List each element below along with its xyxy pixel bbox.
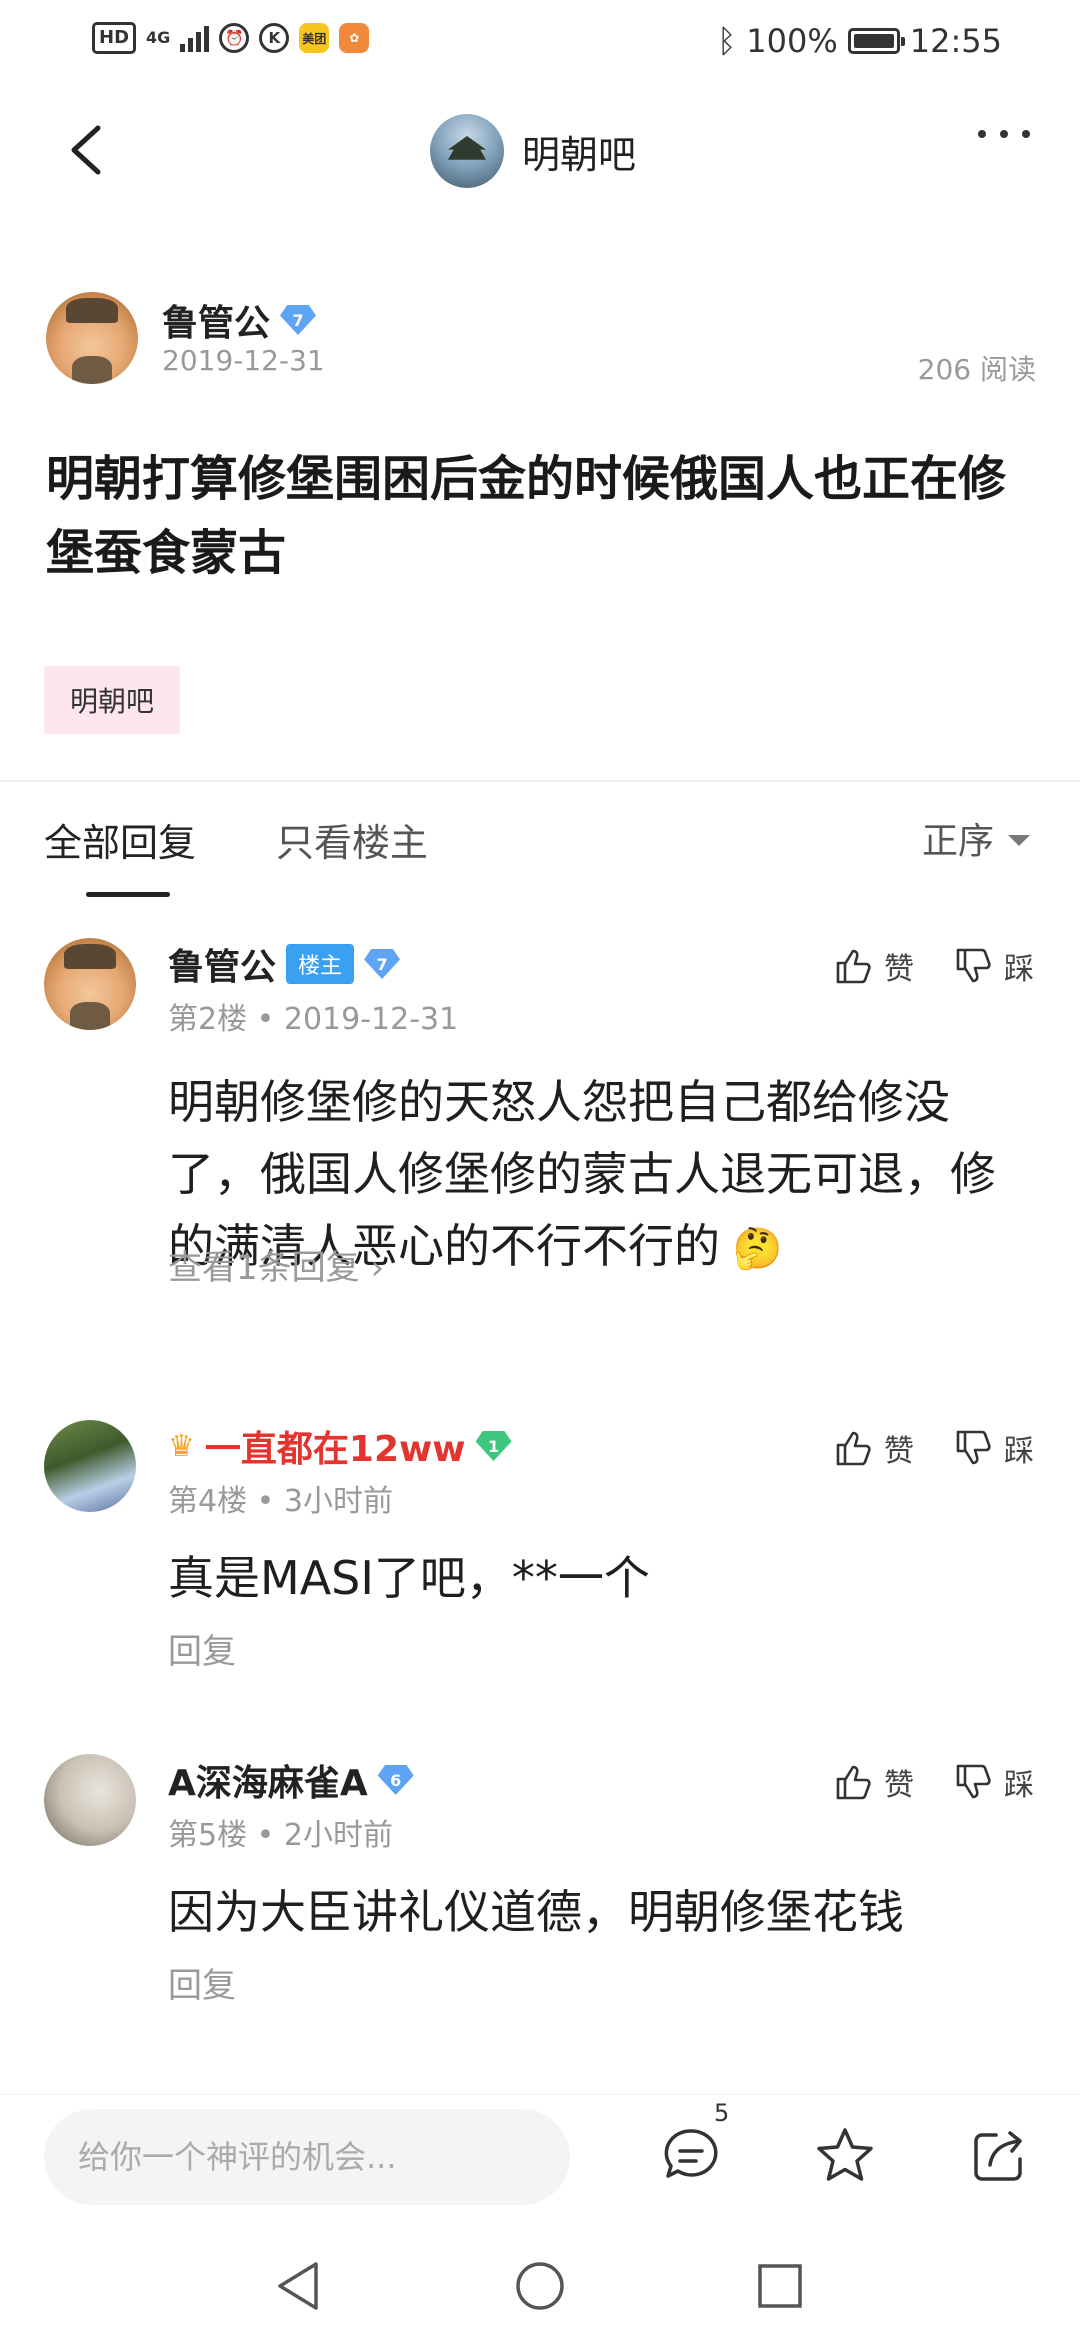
system-nav-bar [0,2234,1080,2340]
reply-username[interactable]: ♛ 一直都在12ww 1 [168,1420,512,1472]
clock: 12:55 [909,22,1002,60]
read-count: 206 阅读 [917,353,1036,386]
thumbs-down-icon [956,1430,991,1465]
divider [0,780,1080,782]
star-icon[interactable] [814,2125,876,2187]
reply-avatar[interactable] [44,1420,136,1512]
system-back-icon[interactable] [272,2258,328,2314]
like-button[interactable]: 赞 [834,1426,914,1470]
battery-percent: 100% [746,22,838,60]
like-button[interactable]: 赞 [834,1760,914,1804]
forum-avatar [430,114,504,188]
back-arrow-icon[interactable] [60,120,120,180]
reply-item: ♛ 一直都在12ww 1 第4楼 • 3小时前 赞 踩 真是MASI了吧，**一… [0,1420,1080,1680]
bluetooth-icon: ᛒ [717,22,737,60]
reply-username[interactable]: A深海麻雀A 6 [168,1754,414,1806]
level-badge: 1 [475,1431,512,1461]
tab-all-replies[interactable]: 全部回复 [44,812,196,867]
author-avatar[interactable] [46,292,138,384]
reply-text: 真是MASI了吧，**一个 [168,1551,650,1605]
system-recents-icon[interactable] [752,2258,808,2314]
dislike-button[interactable]: 踩 [954,1760,1034,1804]
tab-owner-only[interactable]: 只看楼主 [276,812,428,867]
reply-link[interactable]: 回复 [168,1958,236,2007]
signal-icon [180,24,210,52]
like-button[interactable]: 赞 [834,944,914,988]
crown-icon: ♛ [168,1428,195,1464]
thumbs-down-icon [956,948,991,983]
reply-item: 鲁管公 楼主 7 第2楼 • 2019-12-31 赞 踩 明朝修堡修的天怒人怨… [0,938,1080,1338]
comment-input[interactable] [44,2109,570,2205]
reply-meta: 第5楼 • 2小时前 [168,1818,393,1853]
k-app-icon: K [259,23,290,53]
more-icon[interactable] [978,130,1030,138]
thumbs-up-icon [836,949,871,984]
top-nav: 明朝吧 [0,100,1080,210]
reply-link[interactable]: 回复 [168,1624,236,1673]
system-home-icon[interactable] [512,2258,568,2314]
alarm-icon: ⏰ [219,23,250,53]
sort-dropdown[interactable]: 正序 [922,812,1030,864]
bottom-input-bar: 5 [0,2094,1080,2234]
forum-title: 明朝吧 [522,132,637,177]
thinking-emoji-icon: 🤔 [720,1226,783,1272]
author-name[interactable]: 鲁管公 7 [162,294,317,346]
status-icons-right: ᛒ 100% 12:55 [717,22,1002,60]
meituan-icon: 美团 [299,23,330,53]
hd-icon: HD [92,22,137,54]
reply-text: 因为大臣讲礼仪道德，明朝修堡花钱 [168,1885,904,1939]
post-date: 2019-12-31 [162,344,325,377]
comment-count: 5 [714,2099,730,2127]
reply-username[interactable]: 鲁管公 楼主 7 [168,938,401,990]
network-type-icon: 4G [146,28,171,47]
status-bar: HD 4G ⏰ K 美团 ✿ ᛒ 100% 12:55 [0,0,1080,86]
reply-tabs: 全部回复 只看楼主 正序 [0,812,1080,902]
sort-label: 正序 [921,821,994,862]
reply-meta: 第2楼 • 2019-12-31 [168,1002,459,1037]
view-replies-link[interactable]: 查看1条回复 › [168,1240,384,1289]
thumbs-up-icon [836,1431,871,1466]
thumbs-up-icon [836,1765,871,1800]
thumbs-down-icon [956,1764,991,1799]
reply-avatar[interactable] [44,1754,136,1846]
reply-actions: 赞 踩 [834,1760,1034,1804]
level-badge: 7 [364,949,401,979]
battery-icon [847,28,905,54]
forum-header[interactable]: 明朝吧 [430,114,636,188]
level-badge: 6 [377,1765,414,1795]
comment-icon[interactable] [660,2125,722,2187]
share-icon[interactable] [968,2125,1030,2187]
caret-down-icon [1008,834,1030,846]
reply-actions: 赞 踩 [834,944,1034,988]
dislike-button[interactable]: 踩 [954,944,1034,988]
reply-actions: 赞 踩 [834,1426,1034,1470]
reply-meta: 第4楼 • 3小时前 [168,1484,393,1519]
reply-item: A深海麻雀A 6 第5楼 • 2小时前 赞 踩 因为大臣讲礼仪道德，明朝修堡花钱… [0,1754,1080,2014]
app-notification-icon: ✿ [339,23,370,53]
status-icons-left: HD 4G ⏰ K 美团 ✿ [92,22,370,54]
post-title: 明朝打算修堡围困后金的时候俄国人也正在修堡蚕食蒙古 [46,451,1007,581]
tab-underline [86,892,170,897]
dislike-button[interactable]: 踩 [954,1426,1034,1470]
post-author-row: 鲁管公 7 2019-12-31 206 阅读 [46,292,1036,392]
level-badge: 7 [280,305,317,335]
forum-tag[interactable]: 明朝吧 [44,666,181,734]
owner-badge: 楼主 [286,944,355,984]
reply-avatar[interactable] [44,938,136,1030]
